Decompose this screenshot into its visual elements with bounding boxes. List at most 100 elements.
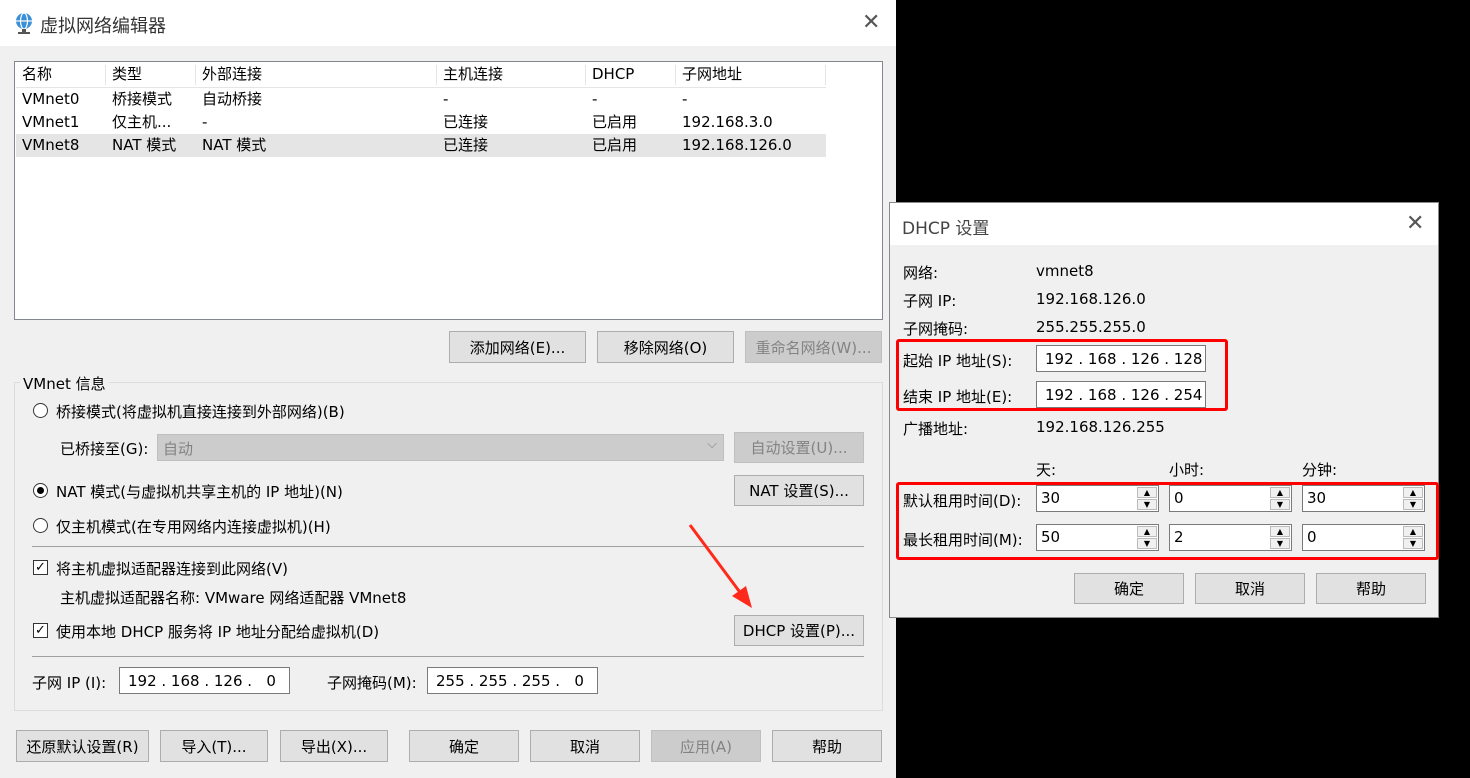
- cell-external: 自动桥接: [202, 90, 263, 108]
- dhcp-title: DHCP 设置: [902, 219, 990, 239]
- cell-dhcp: 已启用: [592, 136, 638, 154]
- dhcp-settings-button[interactable]: DHCP 设置(P)...: [734, 615, 864, 646]
- rename-network-button[interactable]: 重命名网络(W)...: [745, 331, 882, 363]
- stepper-value: 50: [1041, 528, 1061, 546]
- virtual-network-editor-window: 虚拟网络编辑器 ✕ 名称 类型 外部连接 主机连接 DHCP 子网地址 VMne…: [0, 0, 896, 778]
- table-header: 名称 类型 外部连接 主机连接 DHCP 子网地址: [16, 63, 826, 88]
- cell-type: 仅主机...: [112, 113, 172, 131]
- dhcp-ok-button[interactable]: 确定: [1074, 573, 1184, 604]
- header-type[interactable]: 类型: [112, 63, 142, 86]
- default-lease-label: 默认租用时间(D):: [903, 492, 1022, 510]
- max-lease-minutes-stepper[interactable]: 0 ▲ ▼: [1302, 524, 1425, 551]
- annotation-arrow: [688, 524, 752, 608]
- dhcp-help-button[interactable]: 帮助: [1316, 573, 1426, 604]
- spin-up-icon[interactable]: ▲: [1403, 487, 1423, 498]
- end-ip-input[interactable]: 192 . 168 . 126 . 254: [1036, 381, 1206, 408]
- end-ip-value: 192 . 168 . 126 . 254: [1045, 385, 1203, 404]
- bridge-mode-label[interactable]: 桥接模式(将虚拟机直接连接到外部网络)(B): [56, 401, 345, 422]
- subnet-ip-input[interactable]: 192 . 168 . 126 . 0: [119, 667, 290, 694]
- header-dhcp[interactable]: DHCP: [592, 63, 634, 86]
- remove-network-button[interactable]: 移除网络(O): [597, 331, 734, 363]
- subnet-ip-label: 子网 IP:: [903, 292, 957, 310]
- header-name[interactable]: 名称: [22, 63, 52, 86]
- host-only-label[interactable]: 仅主机模式(在专用网络内连接虚拟机)(H): [56, 516, 331, 537]
- stepper-value: 0: [1174, 489, 1184, 507]
- cell-type: NAT 模式: [112, 136, 177, 154]
- spin-up-icon[interactable]: ▲: [1137, 487, 1157, 498]
- default-lease-hours-stepper[interactable]: 0 ▲ ▼: [1169, 485, 1292, 512]
- start-ip-input[interactable]: 192 . 168 . 126 . 128: [1036, 345, 1206, 372]
- spin-up-icon[interactable]: ▲: [1137, 526, 1157, 537]
- help-button[interactable]: 帮助: [772, 730, 882, 762]
- nat-settings-button[interactable]: NAT 设置(S)...: [734, 475, 864, 506]
- cell-host: -: [443, 90, 449, 108]
- header-host[interactable]: 主机连接: [443, 63, 503, 86]
- default-lease-minutes-stepper[interactable]: 30 ▲ ▼: [1302, 485, 1425, 512]
- spin-down-icon[interactable]: ▼: [1270, 499, 1290, 510]
- spin-down-icon[interactable]: ▼: [1270, 538, 1290, 549]
- host-only-radio[interactable]: [33, 518, 48, 533]
- stepper-value: 30: [1307, 489, 1327, 507]
- connect-adapter-label[interactable]: 将主机虚拟适配器连接到此网络(V): [56, 558, 288, 579]
- hours-label: 小时:: [1169, 461, 1205, 479]
- import-button[interactable]: 导入(T)...: [160, 730, 268, 762]
- cancel-button[interactable]: 取消: [530, 730, 640, 762]
- table-row[interactable]: VMnet1 仅主机... - 已连接 已启用 192.168.3.0: [16, 111, 826, 134]
- divider: [32, 656, 864, 657]
- start-ip-label: 起始 IP 地址(S):: [903, 352, 1013, 370]
- table-row[interactable]: VMnet0 桥接模式 自动桥接 - - -: [16, 88, 826, 111]
- bridge-mode-radio[interactable]: [33, 403, 48, 418]
- connect-adapter-checkbox[interactable]: ✓: [33, 560, 48, 575]
- close-icon[interactable]: ✕: [1406, 213, 1424, 235]
- cell-host: 已连接: [443, 113, 489, 131]
- max-lease-hours-stepper[interactable]: 2 ▲ ▼: [1169, 524, 1292, 551]
- broadcast-label: 广播地址:: [903, 420, 969, 438]
- dhcp-title-bar: DHCP 设置 ✕: [890, 203, 1438, 245]
- cell-external: NAT 模式: [202, 136, 267, 154]
- spin-down-icon[interactable]: ▼: [1403, 499, 1423, 510]
- add-network-button[interactable]: 添加网络(E)...: [449, 331, 586, 363]
- header-subnet[interactable]: 子网地址: [682, 63, 742, 86]
- cell-name: VMnet1: [22, 113, 80, 131]
- cell-subnet: 192.168.3.0: [682, 113, 773, 131]
- network-table[interactable]: 名称 类型 外部连接 主机连接 DHCP 子网地址 VMnet0 桥接模式 自动…: [14, 61, 883, 320]
- apply-button[interactable]: 应用(A): [651, 730, 761, 762]
- spin-down-icon[interactable]: ▼: [1137, 499, 1157, 510]
- cell-host: 已连接: [443, 136, 489, 154]
- nat-mode-radio[interactable]: [33, 483, 48, 498]
- vmnet-info-label: VMnet 信息: [20, 373, 109, 394]
- auto-settings-button[interactable]: 自动设置(U)...: [734, 432, 864, 463]
- header-external[interactable]: 外部连接: [202, 63, 262, 86]
- spin-down-icon[interactable]: ▼: [1403, 538, 1423, 549]
- max-lease-days-stepper[interactable]: 50 ▲ ▼: [1036, 524, 1159, 551]
- default-lease-days-stepper[interactable]: 30 ▲ ▼: [1036, 485, 1159, 512]
- nat-mode-label[interactable]: NAT 模式(与虚拟机共享主机的 IP 地址)(N): [56, 481, 343, 502]
- restore-defaults-button[interactable]: 还原默认设置(R): [16, 730, 149, 762]
- spin-up-icon[interactable]: ▲: [1403, 526, 1423, 537]
- cell-subnet: -: [682, 90, 688, 108]
- spin-down-icon[interactable]: ▼: [1137, 538, 1157, 549]
- ok-button[interactable]: 确定: [409, 730, 519, 762]
- subnet-ip-value: 192 . 168 . 126 . 0: [128, 671, 276, 690]
- subnet-mask-value: 255.255.255.0: [1036, 318, 1146, 336]
- use-dhcp-checkbox[interactable]: ✓: [33, 623, 48, 638]
- bridged-to-label: 已桥接至(G):: [60, 440, 149, 458]
- title-bar: 虚拟网络编辑器 ✕: [0, 0, 896, 46]
- table-row-selected[interactable]: VMnet8 NAT 模式 NAT 模式 已连接 已启用 192.168.126…: [16, 134, 826, 157]
- spin-up-icon[interactable]: ▲: [1270, 487, 1290, 498]
- end-ip-label: 结束 IP 地址(E):: [903, 388, 1013, 406]
- spin-up-icon[interactable]: ▲: [1270, 526, 1290, 537]
- subnet-ip-label: 子网 IP (I):: [32, 674, 107, 692]
- adapter-name-text: 主机虚拟适配器名称: VMware 网络适配器 VMnet8: [60, 589, 407, 607]
- use-dhcp-label[interactable]: 使用本地 DHCP 服务将 IP 地址分配给虚拟机(D): [56, 621, 379, 642]
- subnet-mask-input[interactable]: 255 . 255 . 255 . 0: [427, 667, 598, 694]
- broadcast-value: 192.168.126.255: [1036, 418, 1165, 436]
- stepper-value: 0: [1307, 528, 1317, 546]
- subnet-ip-value: 192.168.126.0: [1036, 290, 1146, 308]
- dhcp-cancel-button[interactable]: 取消: [1195, 573, 1305, 604]
- close-icon[interactable]: ✕: [862, 12, 880, 34]
- export-button[interactable]: 导出(X)...: [280, 730, 388, 762]
- bridged-to-select[interactable]: 自动 ⌵: [157, 434, 724, 461]
- cell-dhcp: -: [592, 90, 598, 108]
- network-label: 网络:: [903, 264, 939, 282]
